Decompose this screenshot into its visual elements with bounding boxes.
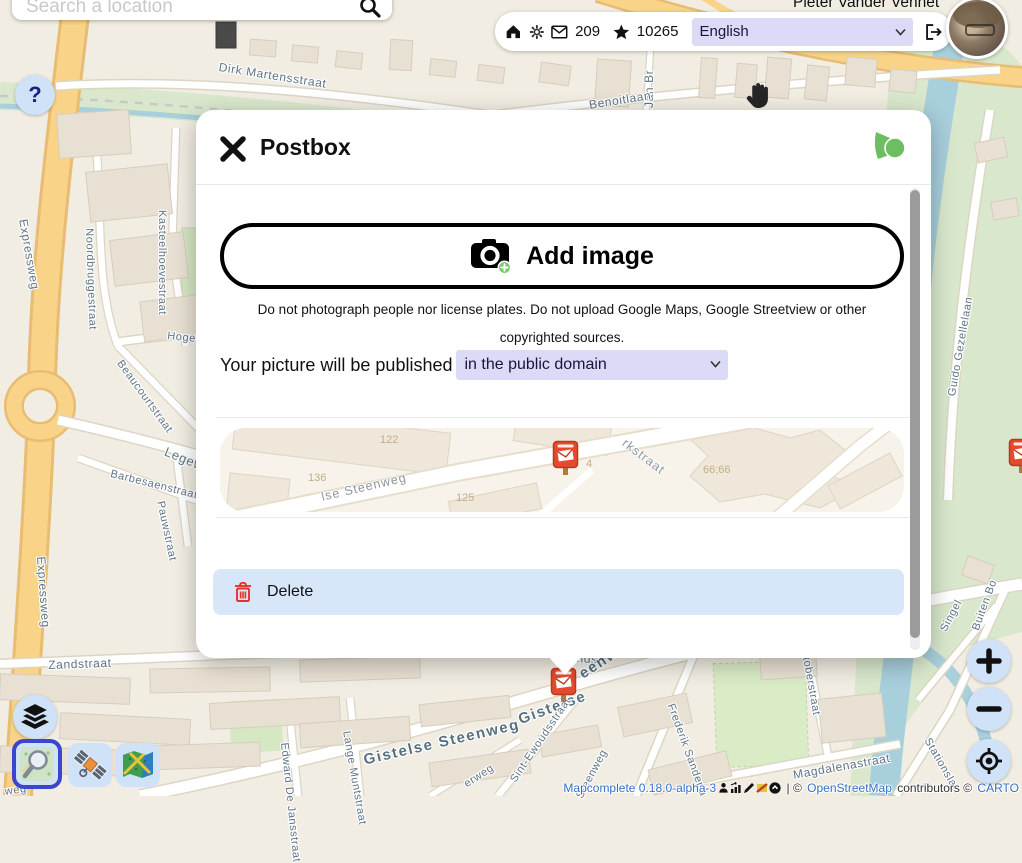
- user-toolbar: 209 10265 English: [495, 12, 952, 51]
- divider: [196, 184, 931, 185]
- mapcomplete-version-link[interactable]: Mapcomplete 0.18.0-alpha-3: [563, 781, 716, 795]
- close-icon[interactable]: [218, 134, 248, 164]
- logout-icon[interactable]: [924, 22, 942, 42]
- edit-icon[interactable]: [743, 782, 755, 794]
- plus-icon: [976, 648, 1002, 674]
- delete-button[interactable]: Delete: [213, 569, 904, 615]
- layers-icon: [20, 703, 50, 731]
- license-icon[interactable]: [756, 782, 768, 794]
- zoom-out-button[interactable]: [967, 687, 1011, 731]
- divider: [216, 517, 911, 518]
- background-style-satellite-button[interactable]: [68, 743, 112, 787]
- chevron-down-icon: [895, 28, 906, 36]
- osm-logo-icon: [19, 746, 55, 782]
- image-disclaimer: Do not photograph people nor license pla…: [234, 296, 890, 352]
- license-select[interactable]: in the public domain: [456, 350, 728, 380]
- scrollbar-thumb[interactable]: [910, 190, 920, 638]
- street-label: Zandstraat: [48, 656, 112, 672]
- attribution-icons: [718, 782, 781, 794]
- language-select[interactable]: English: [692, 18, 913, 46]
- chevron-down-icon: [710, 360, 721, 368]
- mapcomplete-logo-icon: [869, 128, 907, 166]
- home-icon[interactable]: [505, 22, 522, 41]
- license-row: Your picture will be published in the pu…: [220, 350, 728, 380]
- minus-icon: [976, 696, 1002, 722]
- map-attribution: Mapcomplete 0.18.0-alpha-3 | © OpenStree…: [563, 781, 1019, 795]
- location-mini-map[interactable]: 122136125466;66lse Steenwegrkstraat: [220, 428, 904, 512]
- minimap-label: 4: [586, 458, 592, 470]
- minimap-label: 125: [456, 492, 474, 504]
- help-label: ?: [28, 82, 41, 108]
- contributors-icon[interactable]: [718, 782, 729, 794]
- gear-icon[interactable]: [529, 23, 545, 41]
- add-image-button[interactable]: Add image: [220, 223, 904, 289]
- hand-cursor-icon: [744, 80, 772, 110]
- avatar[interactable]: [946, 0, 1008, 59]
- minimap-label: 66;66: [703, 464, 731, 476]
- map-icon: [120, 747, 156, 783]
- satellite-icon: [71, 746, 109, 784]
- messages-count[interactable]: 209: [575, 23, 600, 40]
- help-button[interactable]: ?: [15, 75, 55, 115]
- add-image-label: Add image: [526, 242, 654, 271]
- postbox-marker-edge[interactable]: [1008, 438, 1022, 474]
- postbox-popup: Postbox Add image Do not photograph peop…: [196, 110, 931, 658]
- imagery-icon[interactable]: [769, 782, 781, 794]
- carto-link[interactable]: CARTO: [977, 781, 1019, 795]
- minimap-label: 136: [308, 472, 326, 484]
- changesets-count[interactable]: 10265: [637, 23, 679, 40]
- attribution-contributors: contributors ©: [894, 781, 976, 795]
- messages-icon[interactable]: [551, 24, 568, 40]
- attribution-sep: | ©: [783, 781, 805, 795]
- divider: [216, 417, 911, 418]
- search-input[interactable]: [12, 0, 392, 20]
- layers-button[interactable]: [13, 695, 57, 739]
- star-icon[interactable]: [613, 23, 630, 41]
- search-icon[interactable]: [358, 0, 382, 19]
- street-label: Kasteelhoevestraat: [156, 210, 168, 315]
- delete-label: Delete: [267, 583, 313, 601]
- popup-title: Postbox: [260, 134, 351, 161]
- user-name[interactable]: Pieter Vander Vennet: [793, 0, 939, 12]
- geolocate-button[interactable]: [967, 739, 1011, 783]
- license-prefix: Your picture will be published: [220, 355, 452, 376]
- background-style-map-button[interactable]: [116, 743, 160, 787]
- background-style-osm-button[interactable]: [12, 739, 62, 789]
- openstreetmap-link[interactable]: OpenStreetMap: [807, 781, 892, 795]
- camera-plus-icon: [470, 237, 512, 275]
- statistics-icon[interactable]: [730, 782, 742, 794]
- language-value: English: [700, 23, 749, 40]
- license-value: in the public domain: [464, 356, 606, 374]
- minimap-label: 122: [380, 434, 398, 446]
- zoom-in-button[interactable]: [967, 639, 1011, 683]
- trash-icon: [233, 581, 253, 603]
- search-bar[interactable]: [12, 0, 392, 20]
- avatar-glasses: [965, 24, 995, 36]
- popup-tail: [547, 655, 583, 675]
- crosshair-icon: [975, 747, 1003, 775]
- postbox-mini-marker: [552, 440, 579, 476]
